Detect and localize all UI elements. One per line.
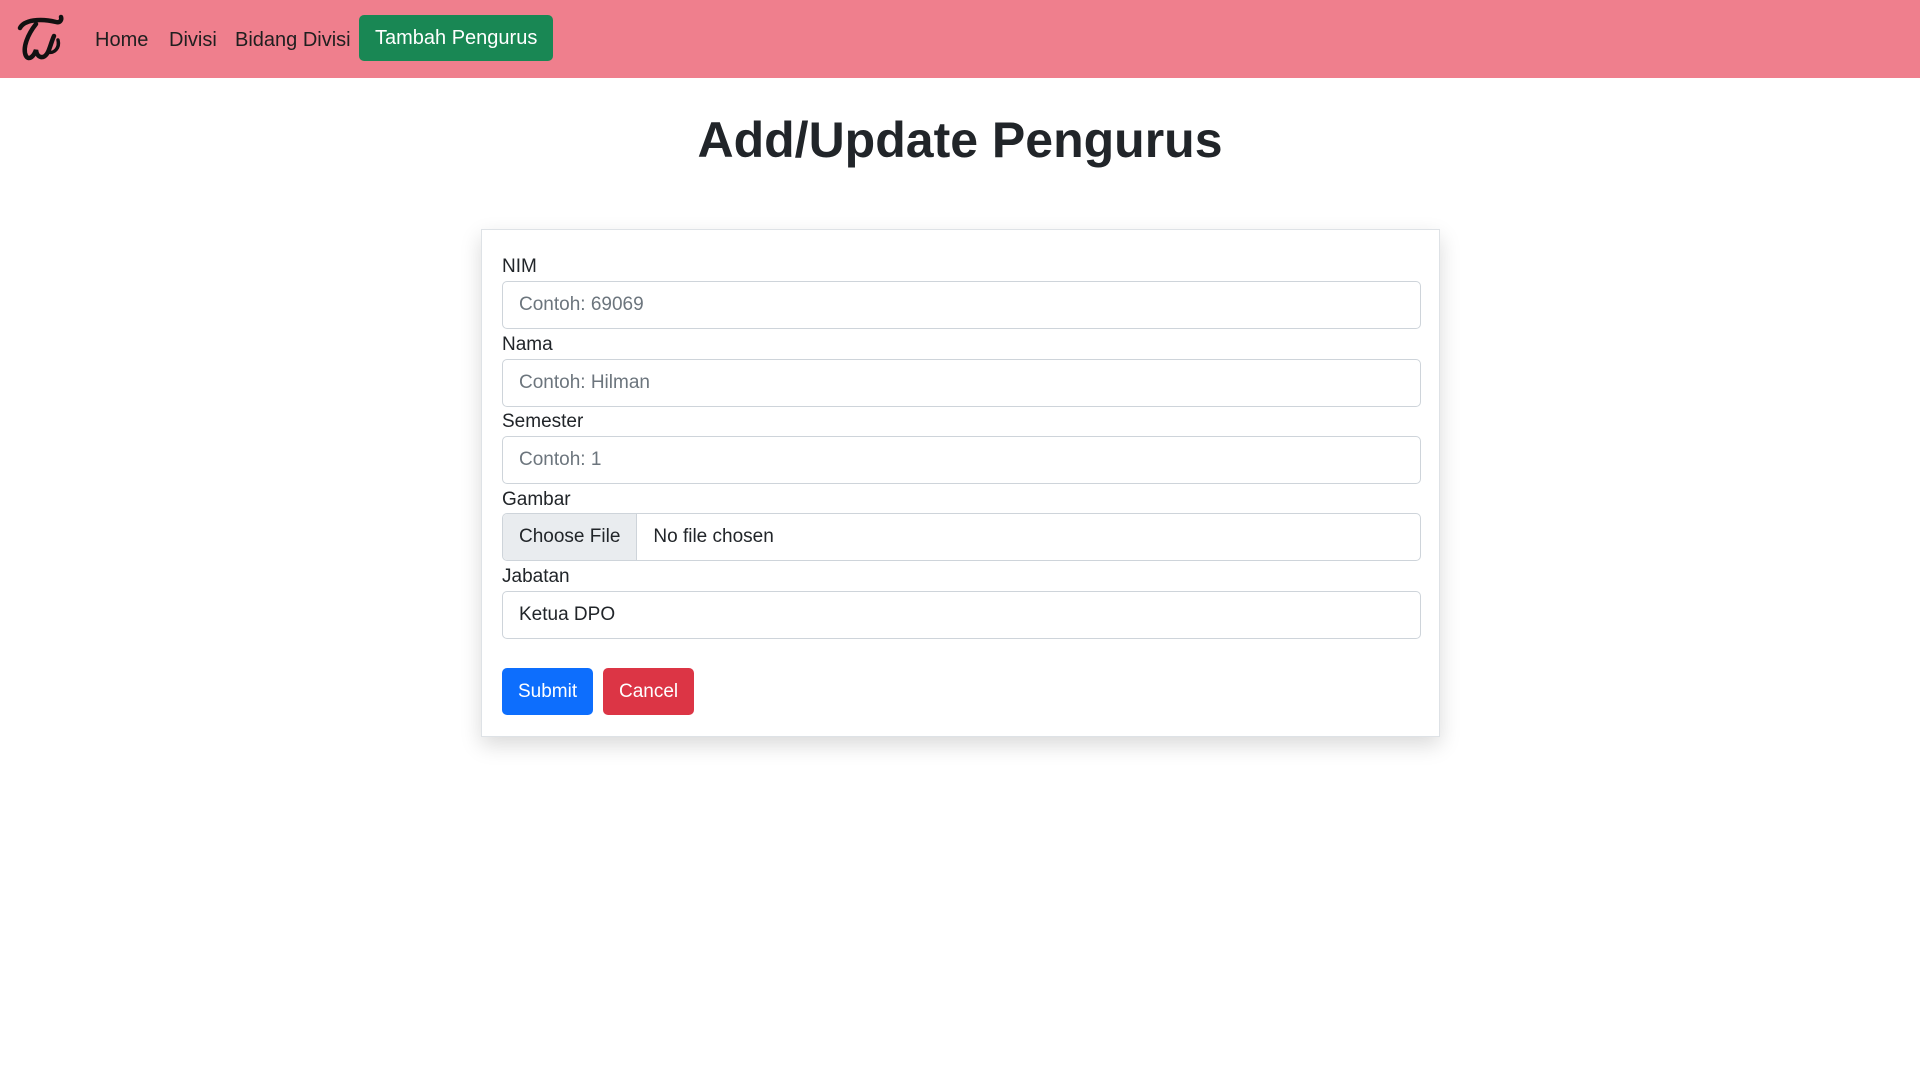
pengurus-form-card: NIM Nama Semester Gambar Choose File No …: [481, 229, 1440, 737]
nav-home-link[interactable]: Home: [95, 26, 148, 54]
nim-label: NIM: [502, 256, 537, 277]
page-title: Add/Update Pengurus: [697, 112, 1223, 168]
navbar: Home Divisi Bidang Divisi Tambah Penguru…: [0, 0, 1920, 78]
nama-input[interactable]: [502, 359, 1421, 407]
jabatan-label: Jabatan: [502, 566, 570, 587]
file-status-text: No file chosen: [653, 526, 774, 547]
nav-bidang-divisi-link[interactable]: Bidang Divisi: [235, 26, 351, 54]
jabatan-input[interactable]: [502, 591, 1421, 639]
nama-label: Nama: [502, 334, 553, 355]
gambar-label: Gambar: [502, 489, 571, 510]
gambar-file-input[interactable]: Choose File No file chosen: [502, 513, 1421, 561]
nim-input[interactable]: [502, 281, 1421, 329]
semester-input[interactable]: [502, 436, 1421, 484]
nav-divisi-link[interactable]: Divisi: [169, 26, 217, 54]
twice-logo-icon[interactable]: [14, 14, 66, 64]
choose-file-button[interactable]: Choose File: [503, 514, 638, 560]
cancel-button[interactable]: Cancel: [603, 668, 695, 715]
semester-label: Semester: [502, 411, 584, 432]
tambah-pengurus-button[interactable]: Tambah Pengurus: [359, 15, 554, 61]
submit-button[interactable]: Submit: [502, 668, 594, 715]
